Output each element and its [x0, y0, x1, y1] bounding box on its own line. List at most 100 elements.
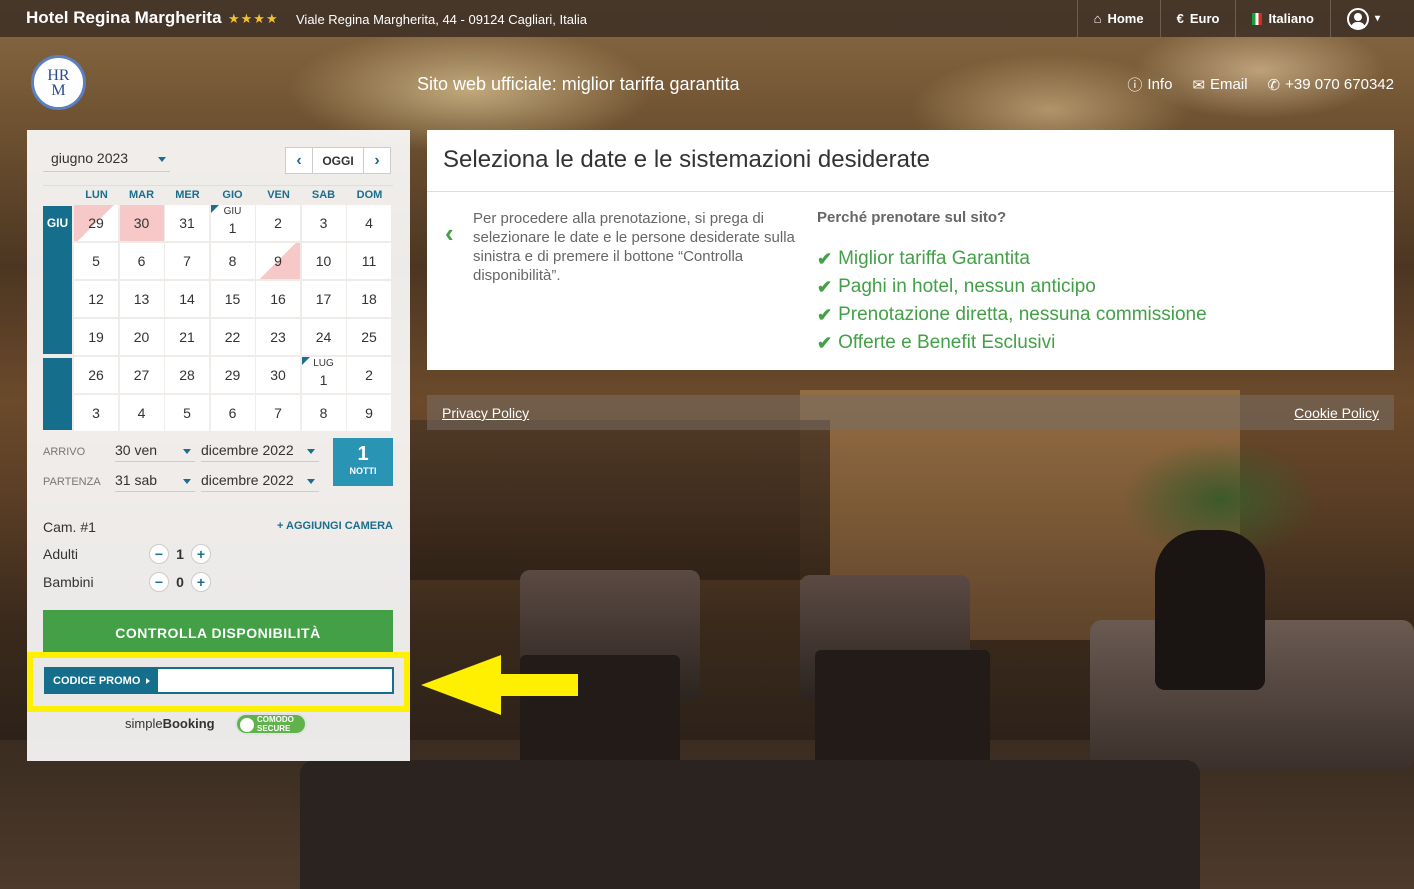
calendar-day[interactable]: 24 [301, 319, 346, 355]
calendar-day[interactable]: 4 [119, 395, 164, 431]
benefit-text: Prenotazione diretta, nessuna commission… [838, 304, 1207, 325]
info-panel: Seleziona le date e le sistemazioni desi… [427, 130, 1394, 370]
calendar-day-number: 27 [133, 367, 150, 383]
bg-sofa-foreground [300, 760, 1200, 889]
calendar-day[interactable]: 22 [210, 319, 255, 355]
calendar-day[interactable]: 11 [347, 243, 391, 279]
hotel-name[interactable]: Hotel Regina Margherita [26, 8, 222, 28]
calendar-day-number: 6 [228, 405, 237, 421]
month-select[interactable]: giugno 2023 [43, 150, 170, 172]
nav-language[interactable]: Italiano [1235, 0, 1330, 37]
nav-language-label: Italiano [1268, 11, 1314, 26]
add-room-label: AGGIUNGI CAMERA [286, 520, 393, 532]
calendar-day[interactable]: 19 [74, 319, 118, 355]
today-button[interactable]: OGGI [312, 148, 364, 173]
calendar-day[interactable]: 18 [347, 281, 391, 317]
promo-code-input[interactable] [156, 667, 394, 694]
policy-bar: Privacy Policy Cookie Policy [427, 395, 1394, 430]
caret-down-icon [183, 479, 191, 484]
check-icon: ✔ [817, 332, 833, 353]
calendar-day[interactable]: 8 [301, 395, 346, 431]
children-plus-button[interactable]: + [191, 572, 211, 592]
privacy-policy-link[interactable]: Privacy Policy [442, 405, 529, 421]
secure-bottom: SECURE [257, 724, 291, 733]
departure-day-select[interactable]: 31 sab [115, 472, 195, 492]
calendar-day[interactable]: 20 [119, 319, 164, 355]
calendar-day[interactable]: 10 [301, 243, 346, 279]
nav-home[interactable]: ⌂ Home [1076, 0, 1160, 37]
calendar-day[interactable]: 27 [119, 357, 164, 393]
calendar-day[interactable]: 30 [119, 205, 164, 241]
calendar-day[interactable]: 14 [165, 281, 209, 317]
promo-code-label[interactable]: CODICE PROMO [44, 667, 156, 694]
top-bar: Hotel Regina Margherita ★★★★ Viale Regin… [0, 0, 1414, 37]
calendar-day[interactable]: 3 [301, 205, 346, 241]
calendar-day[interactable]: 29 [210, 357, 255, 393]
cookie-policy-link[interactable]: Cookie Policy [1294, 405, 1379, 421]
calendar-day[interactable]: 9 [347, 395, 391, 431]
calendar-day[interactable]: 7 [256, 395, 300, 431]
calendar-day-number: 2 [365, 367, 373, 383]
email-label: Email [1210, 76, 1248, 93]
caret-down-icon [183, 449, 191, 454]
calendar-day[interactable]: 26 [74, 357, 118, 393]
calendar-day[interactable]: 17 [301, 281, 346, 317]
calendar-day[interactable]: 21 [165, 319, 209, 355]
user-menu[interactable]: ▾ [1329, 0, 1396, 37]
arrival-day-value: 30 ven [115, 442, 158, 458]
weekday-label: LUN [85, 189, 108, 201]
calendar-day-number: 11 [361, 253, 377, 269]
calendar-day[interactable]: 8 [210, 243, 255, 279]
prev-month-button[interactable]: ‹ [286, 148, 312, 173]
next-month-button[interactable]: › [364, 148, 390, 173]
calendar-day[interactable]: 2 [347, 357, 391, 393]
departure-month-value: dicembre 2022 [201, 472, 294, 488]
calendar-day[interactable]: 7 [165, 243, 209, 279]
adults-plus-button[interactable]: + [191, 544, 211, 564]
thumbs-up-icon [240, 718, 254, 732]
calendar-day[interactable]: 5 [74, 243, 118, 279]
italy-flag-icon [1252, 12, 1263, 25]
email-link[interactable]: ✉ Email [1192, 74, 1247, 95]
calendar-day-number: 14 [179, 291, 195, 307]
calendar-day[interactable]: 15 [210, 281, 255, 317]
calendar-day[interactable]: 23 [256, 319, 300, 355]
calendar-day[interactable]: LUG 1 [301, 357, 346, 393]
departure-month-select[interactable]: dicembre 2022 [201, 472, 319, 492]
hotel-logo[interactable]: HRM [31, 55, 86, 110]
departure-row: PARTENZA 31 sab dicembre 2022 [43, 468, 323, 494]
calendar-day[interactable]: 30 [256, 357, 300, 393]
check-availability-button[interactable]: CONTROLLA DISPONIBILITÀ [43, 610, 393, 656]
arrival-month-select[interactable]: dicembre 2022 [201, 442, 319, 462]
calendar-day[interactable]: GIU 1 [210, 205, 255, 241]
calendar-day[interactable]: 2 [256, 205, 300, 241]
calendar-day[interactable]: 9 [256, 243, 300, 279]
calendar-day[interactable]: 28 [165, 357, 209, 393]
calendar-day[interactable]: 4 [347, 205, 391, 241]
calendar-day-number: 15 [224, 291, 241, 307]
bg-guest-reading [1155, 530, 1265, 690]
simplebooking-logo: simpleBooking [125, 716, 215, 731]
calendar-day[interactable]: 29 [74, 205, 118, 241]
why-book-title: Perché prenotare sul sito? [817, 209, 1007, 226]
calendar-day[interactable]: 12 [74, 281, 118, 317]
calendar-day[interactable]: 31 [165, 205, 209, 241]
arrival-day-select[interactable]: 30 ven [115, 442, 195, 462]
phone-link[interactable]: ✆ +39 070 670342 [1268, 74, 1394, 95]
adults-minus-button[interactable]: − [149, 544, 169, 564]
calendar-day[interactable]: 13 [119, 281, 164, 317]
calendar-day[interactable]: 6 [210, 395, 255, 431]
calendar-day-number: 19 [88, 329, 104, 345]
nav-currency-label: Euro [1189, 11, 1220, 26]
calendar-day[interactable]: 5 [165, 395, 209, 431]
calendar-day[interactable]: 16 [256, 281, 300, 317]
calendar-day[interactable]: 25 [347, 319, 391, 355]
calendar-day-number: 3 [92, 405, 100, 421]
calendar-day[interactable]: 3 [74, 395, 118, 431]
children-minus-button[interactable]: − [149, 572, 169, 592]
chevron-left-icon: ‹ [445, 218, 454, 248]
calendar-day[interactable]: 6 [119, 243, 164, 279]
info-link[interactable]: ⓘ Info [1127, 74, 1172, 95]
nav-currency[interactable]: € Euro [1159, 0, 1236, 37]
add-room-button[interactable]: + AGGIUNGI CAMERA [277, 520, 393, 532]
